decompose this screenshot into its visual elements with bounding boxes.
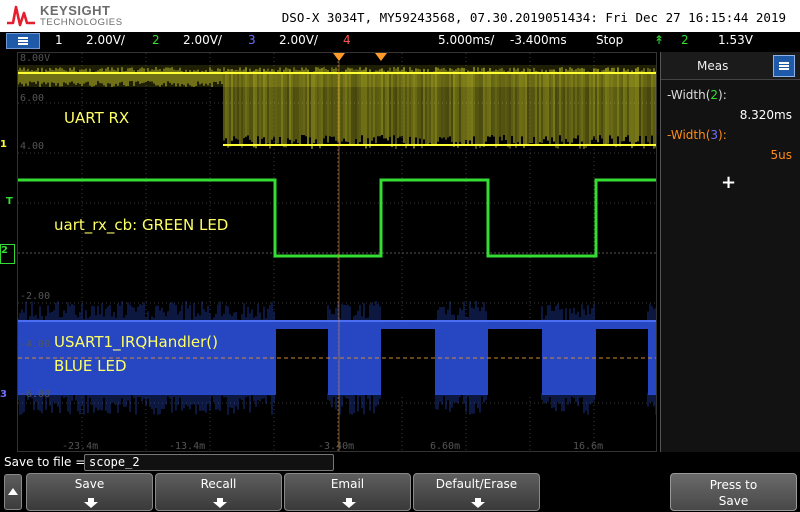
ch2-ground-marker[interactable]: 2 [0,244,15,264]
save-softkey[interactable]: Save [26,473,153,511]
voltage-label: -2.00 [20,291,50,302]
meas-item-width-ch2[interactable]: -Width(2): [667,88,727,102]
menu-icon [18,37,28,45]
meas-title: Meas [697,59,729,73]
ch3-annotation-line1: USART1_IRQHandler() [54,333,218,351]
meas-label: -Width( [667,128,711,142]
softkey-label: Default/Erase [435,477,518,491]
back-up-softkey[interactable] [4,474,22,510]
save-file-row: Save to file = scope_2 [0,452,800,472]
softkey-bar: Save Recall Email Default/Erase Press to… [0,472,800,512]
channel-status-bar: 1 2.00V/ 2 2.00V/ 3 2.00V/ 4 5.000ms/ -3… [0,32,800,79]
voltage-label: -4.00 [20,339,50,350]
down-arrow-icon [213,498,227,508]
meas-label: -Width( [667,88,711,102]
voltage-label: 4.00 [20,141,44,152]
ch3-number[interactable]: 3 [248,33,256,47]
ch2-number[interactable]: 2 [152,33,160,47]
meas-value-width-ch3: 5us [770,148,793,162]
meas-value-width-ch2: 8.320ms [739,108,792,122]
header-bar: KEYSIGHT TECHNOLOGIES DSO-X 3034T, MY592… [0,0,800,32]
ch3-gap [488,329,542,395]
meas-item-width-ch3[interactable]: -Width(3): [667,128,727,142]
press-to-save-line2: Save [718,494,749,508]
brand-name: KEYSIGHT [40,3,111,18]
ch3-scale[interactable]: 2.00V/ [279,33,318,47]
run-state[interactable]: Stop [596,33,623,47]
measurement-panel: Meas -Width(2): 8.320ms -Width(3): 5us + [660,52,800,452]
press-to-save-line1: Press to [709,478,758,492]
softkey-label: Save [74,477,105,491]
time-label: -13.4m [169,441,205,452]
time-label: 6.60m [430,441,460,452]
meas-channel: 3 [710,128,719,142]
trigger-edge-icon: ↟ [654,33,665,47]
press-to-save-label: Press to Save [671,477,796,509]
menu-icon [779,62,789,70]
ch1-scale[interactable]: 2.00V/ [86,33,125,47]
meas-suffix: ): [718,128,727,142]
trigger-channel[interactable]: 2 [681,33,689,47]
ch4-number[interactable]: 4 [343,33,351,47]
ch3-gap [276,329,328,395]
time-label: -23.4m [62,441,98,452]
file-name-field[interactable]: scope_2 [84,454,334,471]
add-measurement-icon[interactable]: + [721,172,736,193]
ch3-gap [381,329,435,395]
press-to-save-softkey[interactable]: Press to Save [670,473,797,511]
ch3-ground-marker[interactable]: 3 [0,389,7,400]
down-arrow-icon [471,498,485,508]
brand-subtitle: TECHNOLOGIES [40,17,123,28]
meas-channel: 2 [710,88,719,102]
ch3-annotation-line2: BLUE LED [54,357,127,375]
main-menu-button[interactable] [6,33,40,49]
ch2-scale[interactable]: 2.00V/ [183,33,222,47]
timebase[interactable]: 5.000ms/ [438,33,494,47]
time-labels: -23.4m -13.4m -3.40m 6.60m 16.6m [62,441,603,452]
recall-softkey[interactable]: Recall [155,473,282,511]
trigger-level[interactable]: 1.53V [718,33,753,47]
down-arrow-icon [342,498,356,508]
keysight-wave-icon [7,5,35,27]
ch2-annotation: uart_rx_cb: GREEN LED [54,216,229,234]
time-label: -3.40m [318,441,354,452]
default-erase-softkey[interactable]: Default/Erase [413,473,540,511]
voltage-label: 6.00 [20,93,44,104]
meas-header: Meas [661,52,800,80]
meas-menu-button[interactable] [773,55,795,77]
ch3-gap [596,329,648,395]
voltage-label: -6.00 [20,389,50,400]
time-label: 16.6m [573,441,603,452]
trigger-level-marker[interactable]: T [6,196,13,207]
voltage-label: 8.00V [20,53,50,64]
ch1-annotation: UART RX [64,109,130,127]
softkey-label: Recall [200,477,237,491]
ch1-number[interactable]: 1 [55,33,63,47]
voltage-labels: 8.00V 6.00 4.00 -2.00 -4.00 -6.00 [20,53,50,400]
down-arrow-icon [84,498,98,508]
save-to-file-label: Save to file = [4,455,86,469]
waveform-display[interactable]: 8.00V 6.00 4.00 -2.00 -4.00 -6.00 -23.4m -13.4… [17,52,657,452]
ch1-waveform [18,65,656,149]
ch1-ground-marker[interactable]: 1 [0,139,7,150]
email-softkey[interactable]: Email [284,473,411,511]
softkey-label: Email [330,477,365,491]
device-info: DSO-X 3034T, MY59243568, 07.30.201905143… [281,10,786,25]
reference-marker [375,53,387,61]
keysight-logo: KEYSIGHT TECHNOLOGIES [6,3,136,29]
meas-suffix: ): [718,88,727,102]
time-delay[interactable]: -3.400ms [510,33,567,47]
trigger-delay-marker [333,53,345,61]
up-arrow-icon [8,488,18,495]
